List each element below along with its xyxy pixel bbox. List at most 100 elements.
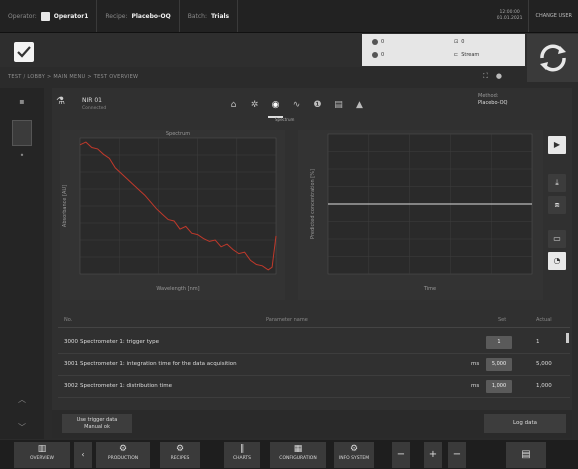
scroll-down-icon[interactable]: ﹀ [14,420,30,436]
col-no: No. [64,317,73,323]
batch-value: Trials [211,12,230,20]
col-set: Set [498,317,507,323]
nav-icon: ▥ [37,444,47,454]
status-dot-icon [372,39,378,45]
table-row[interactable]: 3000 Spectrometer 1: trigger type 1 1 [58,333,570,354]
minus-button[interactable]: − [392,442,410,468]
indicator-4-value: Stream [461,52,480,58]
nav-label: OVERVIEW [30,456,54,461]
col-actual: Actual [536,317,552,323]
nav-icon: ⚙ [175,444,185,454]
method-info: Method: Placebo-OQ [478,93,507,107]
table-row[interactable]: 3002 Spectrometer 1: distribution time ms 1… [58,377,570,398]
row-number: 3000 [64,339,78,345]
indicator-1: 0 [372,39,384,45]
nav-production[interactable]: ⚙ PRODUCTION [96,442,150,468]
checkmark-icon [14,42,34,62]
user-icon [40,11,50,21]
device-tabs: ⌂ ✲ ◉ ∿ ❶ ▤ ▲ [225,96,368,118]
breadcrumb-tools: ⛶ ● [483,72,502,81]
trigger-line2: Manual ok [84,424,110,430]
nav-info-system[interactable]: ⚙ INFO SYSTEM [334,442,374,468]
nav-icon: ∥ [239,444,245,454]
image-icon[interactable]: ▭ [548,230,566,248]
spectrum-chart-svg: Spectrum Wavelength [nm] Absorbance [AU] [62,131,277,292]
nav-label: INFO SYSTEM [338,456,370,461]
top-bar: Operator: Operator1 Recipe: Placebo-OQ B… [0,0,578,33]
warning-icon[interactable]: ▲ [351,96,368,116]
rail-item-active[interactable] [12,120,32,146]
app-window: Operator: Operator1 Recipe: Placebo-OQ B… [0,0,578,469]
row-parameter-name: Spectrometer 1: integration time for the… [80,361,237,367]
nav-icon: ⚙ [349,444,359,454]
settings-icon[interactable]: ✲ [246,96,263,116]
row-actual-value: 1 [536,339,540,345]
indicator-2-value: 0 [381,52,385,58]
row-set-value[interactable]: 1 [486,336,512,349]
chart-icon[interactable]: ∿ [288,96,305,116]
lock-icon: ⊡ [454,39,459,45]
rail-item-icon[interactable]: • [14,148,30,164]
nav-prev-button[interactable]: ‹ [74,442,92,468]
operator-label: Operator: [8,12,37,20]
y-axis-label: Predicted concentration [%] [310,169,316,239]
table-header: No. Parameter name Set Actual [58,313,570,328]
grid-icon[interactable]: ▪ [14,94,30,110]
info-icon[interactable]: ❶ [309,96,326,116]
nav-label: RECIPES [170,456,190,461]
timer-icon[interactable]: ◔ [548,252,566,270]
row-unit: ms [471,361,480,367]
trigger-line1: Use trigger data [76,417,118,423]
scroll-up-icon[interactable]: ︿ [14,392,30,408]
y-axis-label: Absorbance [AU] [62,185,68,227]
recipe-value: Placebo-OQ [131,12,171,20]
remove-button[interactable]: − [448,442,466,468]
indicator-3-value: 0 [461,39,465,45]
row-set-value[interactable]: 1,000 [486,380,512,393]
nav-charts[interactable]: ∥ CHARTS [224,442,260,468]
nav-label: PRODUCTION [107,456,139,461]
change-user-button[interactable]: CHANGE USER [528,0,578,32]
crop-icon[interactable]: ⧈ [548,196,566,214]
spectrum-icon[interactable]: ◉ [267,96,284,118]
chart-title: Spectrum [166,131,190,137]
nav-recipes[interactable]: ⚙ RECIPES [160,442,200,468]
row-parameter-name: Spectrometer 1: distribution time [80,383,172,389]
fullscreen-icon[interactable]: ⛶ [483,72,488,81]
plus-button[interactable]: + [424,442,442,468]
breadcrumb-text[interactable]: TEST / LOBBY > MAIN MENU > TEST OVERVIEW [8,74,138,80]
recipe-segment[interactable]: Recipe: Placebo-OQ [97,0,180,32]
nav-overview[interactable]: ▥ OVERVIEW [14,442,70,468]
status-indicator-panel: 0 0 ⊡ 0 ⊏ Stream [362,34,525,66]
clock-date: 01.01.2021 [496,16,523,21]
nav-label: CHARTS [232,456,251,461]
nav-icon: ▦ [293,444,303,454]
calculator-icon: ▤ [521,449,531,460]
device-icon: ⚗ [56,96,65,107]
row-actual-value: 1,000 [536,383,552,389]
nav-configuration[interactable]: ▦ CONFIGURATION [270,442,326,468]
row-set-value[interactable]: 5,000 [486,358,512,371]
use-trigger-button[interactable]: Use trigger data Manual ok [62,414,132,433]
operator-segment[interactable]: Operator: Operator1 [0,0,98,32]
breadcrumb: TEST / LOBBY > MAIN MENU > TEST OVERVIEW… [0,70,578,84]
stream-icon: ⊏ [454,52,459,58]
download-icon[interactable]: ⤓ [548,174,566,192]
calculator-button[interactable]: ▤ [506,442,546,468]
device-status: Connected [82,106,107,111]
batch-label: Batch: [187,12,207,20]
row-parameter-name: Spectrometer 1: trigger type [80,339,160,345]
operator-value: Operator1 [53,12,89,20]
method-label: Method: [478,93,499,99]
play-icon[interactable]: ▶ [548,136,566,154]
nav-icon: ⚙ [118,444,128,454]
table-row[interactable]: 3001 Spectrometer 1: integration time for… [58,355,570,376]
document-icon[interactable]: ▤ [330,96,347,116]
row-actual-value: 5,000 [536,361,552,367]
record-icon[interactable]: ● [496,72,502,81]
table-scrollbar[interactable] [566,333,569,343]
batch-segment[interactable]: Batch: Trials [180,0,239,32]
home-icon[interactable]: ⌂ [225,96,242,116]
prediction-chart-svg: Time Predicted concentration [%] [310,133,533,292]
log-data-button[interactable]: Log data [484,414,566,433]
